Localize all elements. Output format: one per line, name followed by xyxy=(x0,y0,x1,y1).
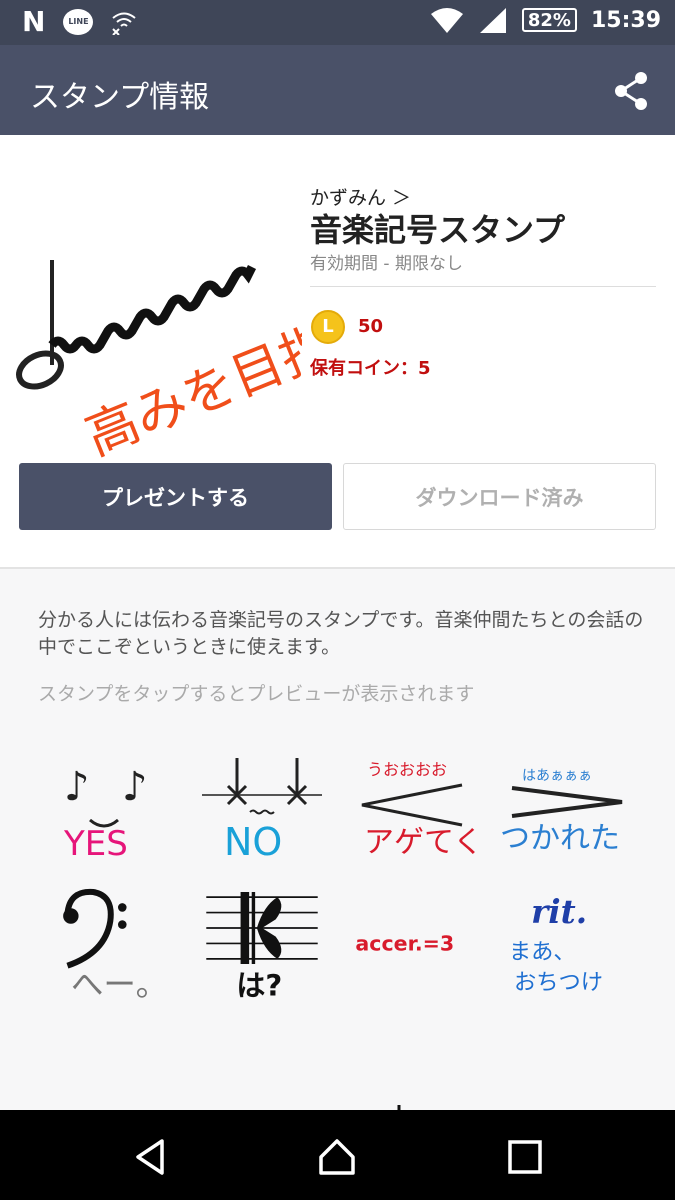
price: 50 xyxy=(358,316,384,337)
svg-text:NO: NO xyxy=(224,820,282,860)
svg-text:まあ、: まあ、 xyxy=(509,939,576,965)
svg-text:YES: YES xyxy=(63,824,128,860)
line-coin-icon: L xyxy=(311,310,345,344)
signal-icon xyxy=(479,8,506,33)
svg-text:へー。: へー。 xyxy=(71,966,168,1000)
netflix-notification-icon: N xyxy=(22,5,46,38)
sticker-fffff[interactable]: fffff xyxy=(42,1065,182,1110)
sticker-rit[interactable]: rit. まあ、 おちつけ xyxy=(492,880,632,1000)
svg-text:おちつけ: おちつけ xyxy=(514,970,603,996)
divider xyxy=(310,286,656,287)
svg-text:rit.: rit. xyxy=(531,892,587,931)
svg-text:うおおおお: うおおおお xyxy=(367,760,447,779)
sticker-tired[interactable]: はあぁぁぁ つかれた xyxy=(492,740,632,860)
wifi-icon xyxy=(430,8,463,33)
sticker-accent-up[interactable]: うおおおお アゲてくぜ xyxy=(342,740,482,860)
sticker-accel[interactable]: accer.=3 xyxy=(342,880,482,1000)
svg-text:は?: は? xyxy=(236,969,282,1000)
svg-text:accer.=3: accer.=3 xyxy=(355,931,454,955)
package-header: 高みを目指す かずみん ＞ 音楽記号スタンプ 有効期間 - 期限なし L 50 … xyxy=(0,135,675,567)
svg-text:♪: ♪ xyxy=(64,764,90,810)
app-bar: スタンプ情報 xyxy=(0,45,675,135)
svg-text:♪: ♪ xyxy=(122,764,148,810)
home-icon[interactable] xyxy=(315,1135,359,1179)
owned-coins: 保有コイン：5 xyxy=(310,358,431,379)
package-description: 分かる人には伝わる音楽記号のスタンプです。音楽仲間たちとの会話の中でここぞという… xyxy=(38,609,644,658)
svg-text:はあぁぁぁ: はあぁぁぁ xyxy=(522,768,592,784)
validity-text: 有効期間 - 期限なし xyxy=(310,254,463,274)
svg-text:つかれた: つかれた xyxy=(500,821,620,856)
sticker-ppppp[interactable]: ppppp xyxy=(207,1065,347,1110)
share-icon[interactable] xyxy=(613,71,649,111)
preview-hint: スタンプをタップするとプレビューが表示されます xyxy=(38,683,475,705)
svg-text:アゲてくぜ: アゲてくぜ xyxy=(364,825,482,860)
status-bar: N LINE 82% 15:39 xyxy=(0,0,675,45)
sticker-grid: ♪ ♪ YES NO うおおおお アゲてくぜ はあぁぁぁ つかれた へー。 は? xyxy=(42,740,642,1110)
back-icon[interactable] xyxy=(130,1135,174,1179)
sticker-yes[interactable]: ♪ ♪ YES xyxy=(42,740,182,860)
system-nav-bar xyxy=(0,1110,675,1200)
sticker-alto-clef[interactable]: は? xyxy=(192,880,332,1000)
battery-indicator: 82% xyxy=(521,8,577,32)
downloaded-button[interactable]: ダウンロード済み xyxy=(343,463,656,530)
page-title: スタンプ情報 xyxy=(30,80,210,115)
wifi-off-icon xyxy=(112,12,137,35)
sticker-no[interactable]: NO xyxy=(192,740,332,860)
line-notification-icon: LINE xyxy=(63,9,94,35)
recents-icon[interactable] xyxy=(503,1135,547,1179)
section-divider xyxy=(0,567,675,569)
sticker-bass-clef[interactable]: へー。 xyxy=(42,880,182,1000)
sticker-de-partial[interactable]: デ xyxy=(497,1065,637,1110)
present-button[interactable]: プレゼントする xyxy=(19,463,332,530)
package-title: 音楽記号スタンプ xyxy=(310,211,566,249)
clock: 15:39 xyxy=(590,7,661,33)
svg-text:高みを目指す: 高みを目指す xyxy=(78,295,302,468)
